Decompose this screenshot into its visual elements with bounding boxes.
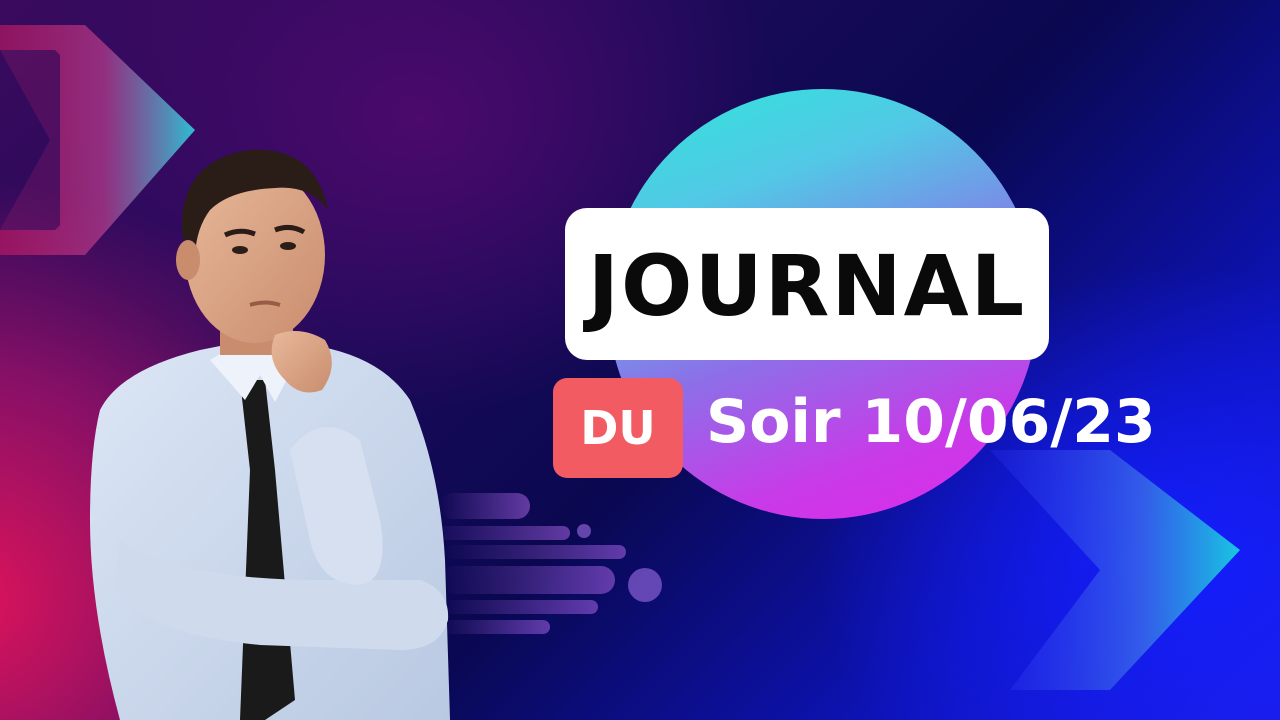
subtitle-date-text: Soir 10/06/23 [706, 387, 1156, 457]
thinking-businessman-illustration [90, 149, 450, 720]
du-text: DU [580, 401, 656, 455]
thumbnail-canvas: JOURNAL DU Soir 10/06/23 [0, 0, 1280, 720]
speed-dot [628, 568, 662, 602]
chevron-right-decor [990, 450, 1240, 690]
title-text: JOURNAL [587, 237, 1027, 335]
speed-dot [577, 524, 591, 538]
du-badge: DU [553, 378, 683, 478]
title-badge: JOURNAL [565, 208, 1049, 360]
